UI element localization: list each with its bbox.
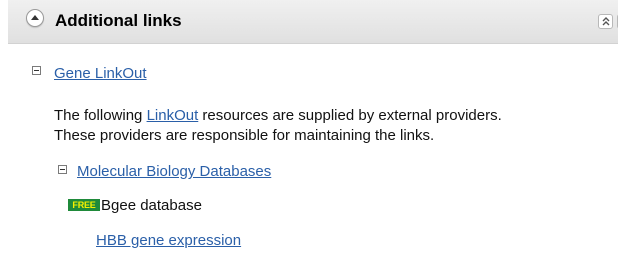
go-to-top-button[interactable]: [598, 14, 613, 29]
linkout-link[interactable]: LinkOut: [147, 107, 199, 124]
molecular-biology-databases-link[interactable]: Molecular Biology Databases: [77, 163, 271, 180]
collapse-gene-linkout-icon[interactable]: [32, 66, 41, 75]
hbb-gene-expression-link[interactable]: HBB gene expression: [96, 232, 241, 249]
section-title: Additional links: [55, 11, 182, 30]
intro-text-before: The following: [54, 107, 147, 124]
additional-links-panel: Additional links ? Gene LinkOut The foll…: [0, 0, 618, 255]
collapse-category-icon[interactable]: [58, 165, 67, 174]
linkout-intro-line2: These providers are responsible for main…: [54, 127, 435, 144]
free-badge-icon: FREE: [68, 199, 100, 211]
provider-name: Bgee database: [101, 197, 202, 214]
collapse-section-button[interactable]: [26, 9, 44, 27]
section-header: Additional links ?: [8, 0, 618, 44]
intro-text-after: resources are supplied by external provi…: [198, 107, 502, 124]
linkout-intro-line1: The following LinkOut resources are supp…: [54, 107, 502, 124]
gene-linkout-link[interactable]: Gene LinkOut: [54, 65, 147, 82]
